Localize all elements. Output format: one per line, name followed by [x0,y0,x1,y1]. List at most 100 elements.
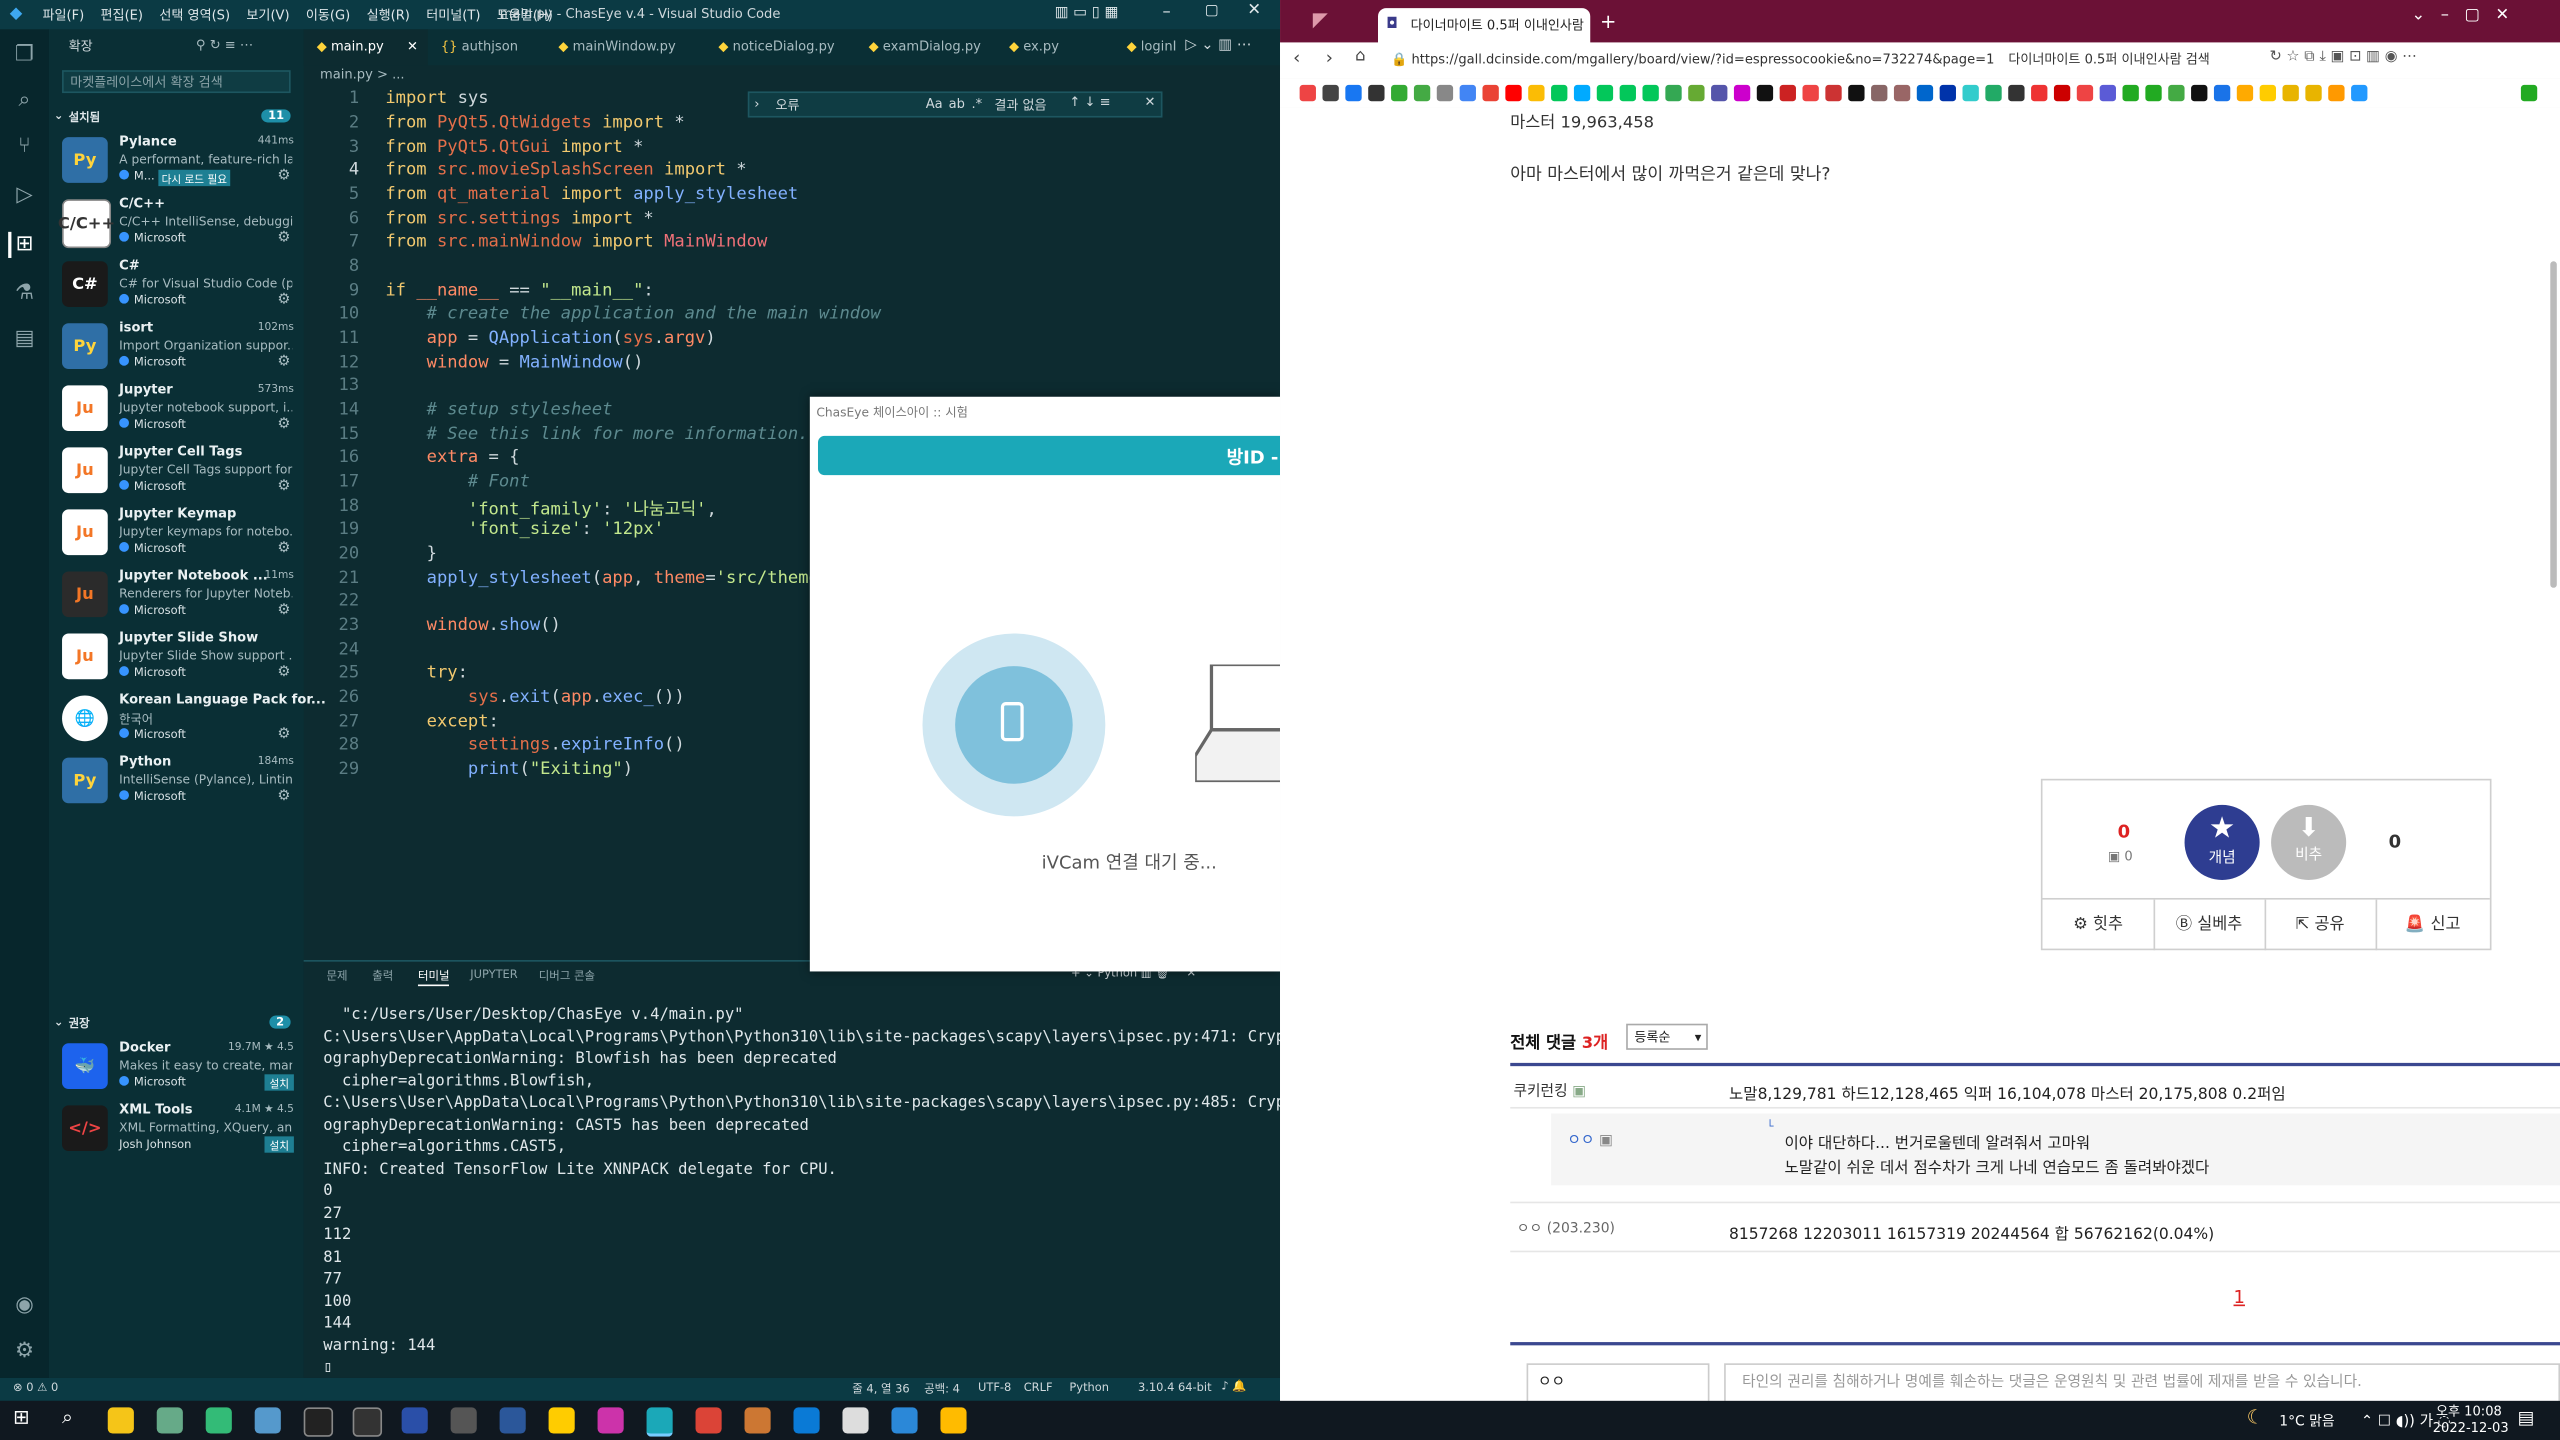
share-button[interactable]: ⇱ 공유 [2265,899,2378,951]
bookmark-icon[interactable] [2168,84,2185,102]
settings-icon[interactable] [450,1407,477,1434]
extension-item-korean-pack[interactable]: 🌐 Korean Language Pack for... 한국어 Micros… [49,691,326,753]
taskbar-app-icon[interactable] [842,1407,869,1434]
install-button[interactable]: 설치 [264,1074,294,1091]
tab-noticedialog[interactable]: ◆ noticeDialog.py [705,29,855,65]
bookmark-icon[interactable] [1596,84,1614,102]
bookmark-icon[interactable] [1345,84,1362,102]
tab-authjson[interactable]: {} authjson [428,29,546,65]
terminal-output[interactable]: "c:/Users/User/Desktop/ChasEye v.4/main.… [323,1004,1294,1379]
toolbar-extension-icons[interactable]: ↻ ☆ ⧉ ⤓ ▣ ⊡ ▥ ◉ ⋯ [2269,49,2416,65]
address-bar[interactable]: 🔒 https://gall.dcinside.com/mgallery/boa… [1391,47,2230,73]
bookmark-icon[interactable] [1619,84,1636,102]
bookmark-icon[interactable] [2031,84,2048,102]
extension-item-jupyter-cell-tags[interactable]: Ju Jupyter Cell Tags Jupyter Cell Tags s… [49,442,304,504]
tab-problems[interactable]: 문제 [327,968,348,984]
file-explorer-icon[interactable] [107,1407,134,1434]
bookmark-icon[interactable] [1505,84,1522,102]
installed-section-header[interactable]: ⌄ 설치됨 11 [49,109,304,129]
breadcrumb[interactable]: main.py > ... [320,67,405,82]
gear-icon[interactable]: ⚙ [277,230,290,246]
forward-icon[interactable]: › [1326,47,1333,68]
extension-item-docker[interactable]: 🐳 Docker 19.7M ★ 4.5 Makes it easy to cr… [49,1038,304,1100]
bookmark-icon[interactable] [2328,84,2345,102]
bookmark-icon[interactable] [1848,84,1865,102]
bookmark-icon[interactable] [2122,84,2139,102]
windows-start-icon[interactable]: ⊞ [13,1406,29,1429]
problems-status[interactable]: ⊗ 0 ⚠ 0 [13,1381,58,1394]
whole-word-toggle[interactable]: ab [949,96,965,111]
bookmark-icon[interactable] [2008,84,2025,102]
bookmark-icon[interactable] [1551,84,1568,102]
vscode-taskbar-icon[interactable] [793,1407,820,1434]
tab-search-icon[interactable]: ◤ [1313,8,1328,31]
kakaotalk-icon[interactable] [548,1407,575,1434]
maximize-icon[interactable]: ▢ [1205,3,1219,19]
bookmark-icon[interactable] [1436,84,1454,102]
bookmark-icon[interactable] [2236,84,2254,102]
taskbar-app-icon[interactable] [156,1407,183,1434]
bookmark-icon[interactable] [2191,84,2208,102]
close-tab-icon[interactable]: ✕ [407,29,418,65]
bookmark-icon[interactable] [1711,84,1728,102]
chaseye-taskbar-icon[interactable] [646,1407,673,1437]
weather-text[interactable]: 1°C 맑음 [2279,1411,2334,1430]
bookmark-icon[interactable] [1322,84,1339,102]
bookmark-icon[interactable] [1916,84,1934,102]
extensions-icon[interactable]: ⊞ [8,231,37,258]
downvote-button[interactable]: ⬇ 비추 [2271,804,2347,881]
hit-recommend-button[interactable]: ⚙ 힛추 [2043,899,2156,951]
close-icon[interactable]: ✕ [1247,2,1261,20]
bookmark-icon[interactable] [1665,84,1682,102]
search-icon[interactable]: ⌕ [62,1406,73,1430]
tab-login[interactable]: ◆ loginI [1114,29,1196,65]
extension-item-isort[interactable]: Py isort 102ms Import Organization suppo… [49,318,304,380]
bookmark-icon[interactable] [1825,84,1842,102]
bookmark-icon[interactable] [1482,84,1499,102]
taskbar-app-icon[interactable] [597,1407,624,1434]
run-debug-icon[interactable]: ▷ [11,183,37,209]
bookmark-icon[interactable] [1688,84,1705,102]
run-file-icon[interactable]: ▷ ⌄ ▥ ⋯ [1185,38,1251,54]
language-status[interactable]: Python [1069,1381,1109,1394]
encoding-status[interactable]: UTF-8 [978,1381,1011,1394]
reload-required-button[interactable]: 다시 로드 필요 [158,169,231,187]
scrollbar[interactable] [2550,261,2557,588]
taskbar-app-icon[interactable] [744,1407,771,1434]
extension-item-jupyter-renderers[interactable]: Ju Jupyter Notebook ... 11ms Renderers f… [49,567,304,629]
settings-gear-icon[interactable]: ⚙ [11,1339,37,1365]
bookmark-icon[interactable] [1893,84,1911,102]
bookmark-icon[interactable] [1871,84,1888,102]
bookmark-icon[interactable] [1733,84,1751,102]
account-icon[interactable]: ◉ [11,1293,37,1319]
taskbar-app-icon[interactable] [352,1407,383,1437]
gear-icon[interactable]: ⚙ [277,540,290,556]
bookmark-icon[interactable] [2053,84,2071,102]
remote-icon[interactable]: ▤ [11,327,37,353]
indentation-status[interactable]: 공백: 4 [924,1381,960,1397]
layout-toggle-icon[interactable]: ▥ ▭ ▯ ▦ [1055,5,1119,21]
extension-item-python[interactable]: Py Python 184ms IntelliSense (Pylance), … [49,753,304,815]
taskbar-app-icon[interactable] [254,1407,281,1434]
tab-terminal[interactable]: 터미널 [417,968,450,987]
filter-icon[interactable]: ⚲ ↻ ≡ ⋯ [196,38,253,53]
bookmark-icon[interactable] [1802,84,1819,102]
weather-icon[interactable]: ☾ [2247,1406,2265,1429]
best-recommend-button[interactable]: Ⓑ 실베추 [2154,899,2267,951]
reply-name-input[interactable]: ㅇㅇ [1526,1363,1710,1406]
extension-item-xml-tools[interactable]: </> XML Tools 4.1M ★ 4.5 XML Formatting,… [49,1100,304,1162]
terminal-icon[interactable] [303,1407,334,1437]
extension-item-csharp[interactable]: C# C# C# for Visual Studio Code (p... Mi… [49,256,304,318]
cursor-position[interactable]: 줄 4, 열 36 [852,1381,909,1397]
python-taskbar-icon[interactable] [940,1407,967,1434]
bookmark-folder-icon[interactable] [2520,84,2538,102]
gear-icon[interactable]: ⚙ [277,727,290,743]
gear-icon[interactable]: ⚙ [277,478,290,494]
match-case-toggle[interactable]: Aa [926,96,943,111]
source-control-icon[interactable]: ⑂ [11,134,37,160]
bookmark-icon[interactable] [1756,84,1774,102]
bookmark-icon[interactable] [1391,84,1408,102]
install-button[interactable]: 설치 [264,1136,294,1153]
testing-icon[interactable]: ⚗ [11,281,37,307]
bookmark-icon[interactable] [2305,84,2322,102]
